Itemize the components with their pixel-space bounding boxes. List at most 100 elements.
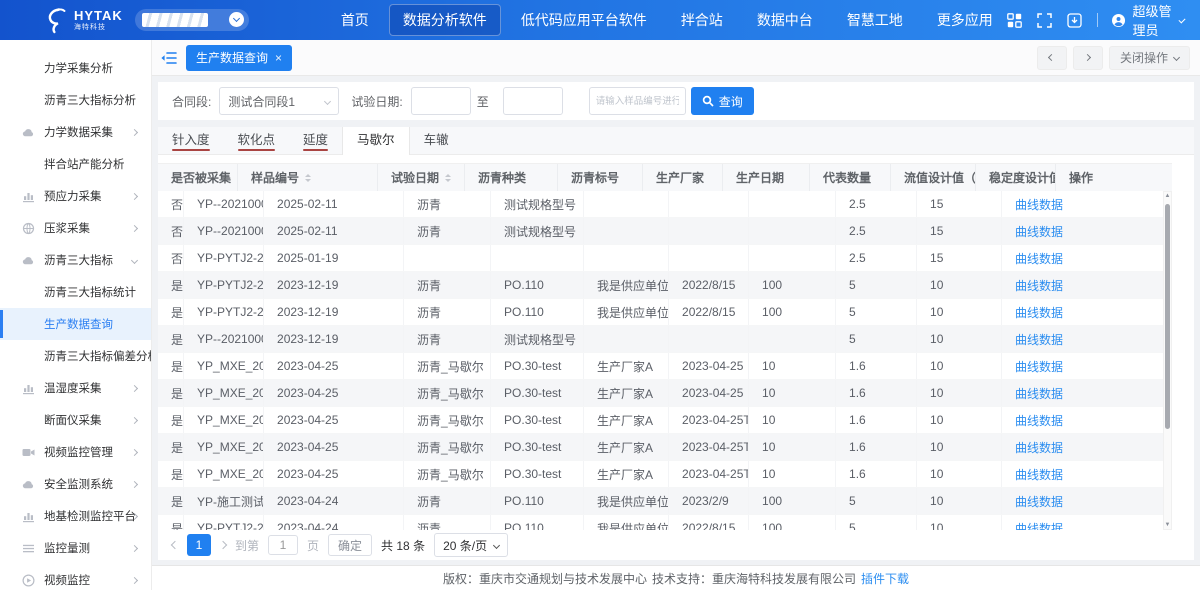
curve-data-link[interactable]: 曲线数据 bbox=[1015, 358, 1063, 375]
goto-page-input[interactable] bbox=[268, 535, 298, 555]
test-type-tab[interactable]: 车辙 bbox=[410, 127, 463, 155]
cell-prod-date: 2023/2/9 bbox=[669, 488, 749, 514]
column-header[interactable]: 操作 bbox=[1056, 164, 1172, 191]
prev-page-button[interactable] bbox=[172, 542, 178, 548]
test-type-tab[interactable]: 软化点 bbox=[224, 127, 290, 155]
column-header[interactable]: 生产厂家 bbox=[643, 164, 723, 191]
sidebar-item[interactable]: 地基检测监控平台 bbox=[0, 500, 151, 532]
table-row: 是 YP-PYTJ2-202200158 2023-12-19 沥青 PO.11… bbox=[158, 272, 1172, 299]
menu-fold-icon[interactable] bbox=[160, 51, 177, 65]
switcher-chevron-icon[interactable] bbox=[229, 12, 244, 27]
column-header[interactable]: 沥青种类 bbox=[465, 164, 558, 191]
sidebar-item[interactable]: 安全监测系统 bbox=[0, 468, 151, 500]
page-tab-strip: 生产数据查询 × 关闭操作 bbox=[152, 40, 1200, 76]
sidebar-item-icon bbox=[22, 286, 36, 299]
curve-data-link[interactable]: 曲线数据 bbox=[1015, 223, 1063, 240]
close-tab-icon[interactable]: × bbox=[275, 52, 282, 64]
date-to-input[interactable] bbox=[503, 87, 563, 115]
cell-collected: 是 bbox=[158, 488, 184, 514]
tabs-scroll-right-button[interactable] bbox=[1073, 46, 1103, 70]
sidebar-item[interactable]: 预应力采集 bbox=[0, 180, 151, 212]
nav-menu-item[interactable]: 更多应用 bbox=[923, 4, 1007, 36]
project-switcher[interactable] bbox=[135, 9, 249, 31]
cell-manufacturer bbox=[584, 191, 669, 217]
nav-menu-item[interactable]: 低代码应用平台软件 bbox=[507, 4, 661, 36]
fullscreen-icon[interactable] bbox=[1037, 13, 1052, 28]
cell-asphalt-type: 沥青 bbox=[404, 326, 491, 352]
sidebar-item-icon bbox=[22, 254, 36, 267]
tabs-scroll-left-button[interactable] bbox=[1037, 46, 1067, 70]
cell-manufacturer: 我是供应单位-... bbox=[584, 515, 669, 530]
apps-grid-icon[interactable] bbox=[1007, 13, 1022, 28]
chevron-down-icon bbox=[1173, 54, 1180, 61]
column-header[interactable]: 试验日期 bbox=[378, 164, 465, 191]
test-type-tab[interactable]: 针入度 bbox=[158, 127, 224, 155]
expand-chevron-icon bbox=[131, 192, 138, 199]
column-header-label: 稳定度设计值(... bbox=[989, 169, 1056, 186]
sort-carets-icon[interactable] bbox=[445, 171, 451, 185]
sidebar-item[interactable]: 拌合站产能分析 bbox=[0, 148, 151, 180]
curve-data-link[interactable]: 曲线数据 bbox=[1015, 385, 1063, 402]
curve-data-link[interactable]: 曲线数据 bbox=[1015, 331, 1063, 348]
column-header[interactable]: 样品编号 bbox=[238, 164, 378, 191]
curve-data-link[interactable]: 曲线数据 bbox=[1015, 493, 1063, 510]
sidebar-item[interactable]: 压浆采集 bbox=[0, 212, 151, 244]
page-size-select[interactable]: 20 条/页 bbox=[434, 533, 508, 557]
close-operations-button[interactable]: 关闭操作 bbox=[1109, 46, 1190, 70]
sidebar-item[interactable]: 断面仪采集 bbox=[0, 404, 151, 436]
curve-data-link[interactable]: 曲线数据 bbox=[1015, 250, 1063, 267]
sidebar-item[interactable]: 监控量测 bbox=[0, 532, 151, 564]
nav-menu-item[interactable]: 拌合站 bbox=[667, 4, 737, 36]
sidebar-item[interactable]: 视频监控管理 bbox=[0, 436, 151, 468]
test-type-tab[interactable]: 马歇尔 bbox=[342, 127, 410, 155]
nav-menu-item[interactable]: 数据分析软件 bbox=[389, 4, 501, 36]
cell-asphalt-type: 沥青 bbox=[404, 191, 491, 217]
sidebar-item[interactable]: 力学采集分析 bbox=[0, 52, 151, 84]
download-box-icon[interactable] bbox=[1067, 13, 1082, 28]
column-header[interactable]: 生产日期 bbox=[723, 164, 810, 191]
date-from-input[interactable] bbox=[411, 87, 471, 115]
tab-production-data-query[interactable]: 生产数据查询 × bbox=[186, 45, 292, 71]
nav-menu-item[interactable]: 智慧工地 bbox=[833, 4, 917, 36]
query-button[interactable]: 查询 bbox=[691, 87, 754, 115]
sidebar-item[interactable]: 沥青三大指标偏差分析 bbox=[0, 340, 151, 372]
confirm-page-button[interactable]: 确定 bbox=[328, 534, 372, 556]
sample-search-input[interactable] bbox=[589, 87, 686, 115]
next-page-button[interactable] bbox=[220, 542, 226, 548]
page-1-button[interactable]: 1 bbox=[187, 534, 211, 556]
contract-select[interactable]: 测试合同段1 bbox=[219, 87, 339, 115]
column-header[interactable]: 稳定度设计值(... bbox=[976, 164, 1056, 191]
curve-data-link[interactable]: 曲线数据 bbox=[1015, 412, 1063, 429]
nav-menu-item[interactable]: 数据中台 bbox=[743, 4, 827, 36]
curve-data-link[interactable]: 曲线数据 bbox=[1015, 277, 1063, 294]
cell-flow: 1.6 bbox=[836, 407, 917, 433]
user-chevron-icon bbox=[1178, 16, 1185, 23]
table-scrollbar[interactable] bbox=[1163, 191, 1172, 530]
test-type-tab[interactable]: 延度 bbox=[289, 127, 342, 155]
column-header[interactable]: 沥青标号 bbox=[558, 164, 643, 191]
curve-data-link[interactable]: 曲线数据 bbox=[1015, 520, 1063, 531]
sidebar-item-label: 沥青三大指标偏差分析 bbox=[44, 348, 152, 364]
curve-data-link[interactable]: 曲线数据 bbox=[1015, 196, 1063, 213]
sidebar-item[interactable]: 沥青三大指标分析 bbox=[0, 84, 151, 116]
column-header-label: 沥青标号 bbox=[571, 169, 619, 186]
curve-data-link[interactable]: 曲线数据 bbox=[1015, 439, 1063, 456]
nav-menu-item[interactable]: 首页 bbox=[327, 4, 383, 36]
sidebar-item[interactable]: 视频监控 bbox=[0, 564, 151, 590]
scrollbar-thumb[interactable] bbox=[1165, 204, 1170, 429]
curve-data-link[interactable]: 曲线数据 bbox=[1015, 304, 1063, 321]
cell-asphalt-type: 沥青 bbox=[404, 299, 491, 325]
user-menu[interactable]: 超级管理员 bbox=[1112, 1, 1184, 39]
sidebar-item[interactable]: 沥青三大指标统计 bbox=[0, 276, 151, 308]
sidebar-item[interactable]: 温湿度采集 bbox=[0, 372, 151, 404]
plugin-download-link[interactable]: 插件下载 bbox=[861, 570, 909, 587]
column-header[interactable]: 代表数量 bbox=[810, 164, 891, 191]
sidebar-item[interactable]: 生产数据查询 bbox=[0, 308, 151, 340]
curve-data-link[interactable]: 曲线数据 bbox=[1015, 466, 1063, 483]
sidebar-item[interactable]: 沥青三大指标 bbox=[0, 244, 151, 276]
cell-prod-date bbox=[669, 218, 749, 244]
column-header[interactable]: 流值设计值（... bbox=[891, 164, 976, 191]
sidebar-item[interactable]: 力学数据采集 bbox=[0, 116, 151, 148]
sort-carets-icon[interactable] bbox=[305, 171, 311, 185]
column-header[interactable]: 是否被采集 bbox=[158, 164, 238, 191]
